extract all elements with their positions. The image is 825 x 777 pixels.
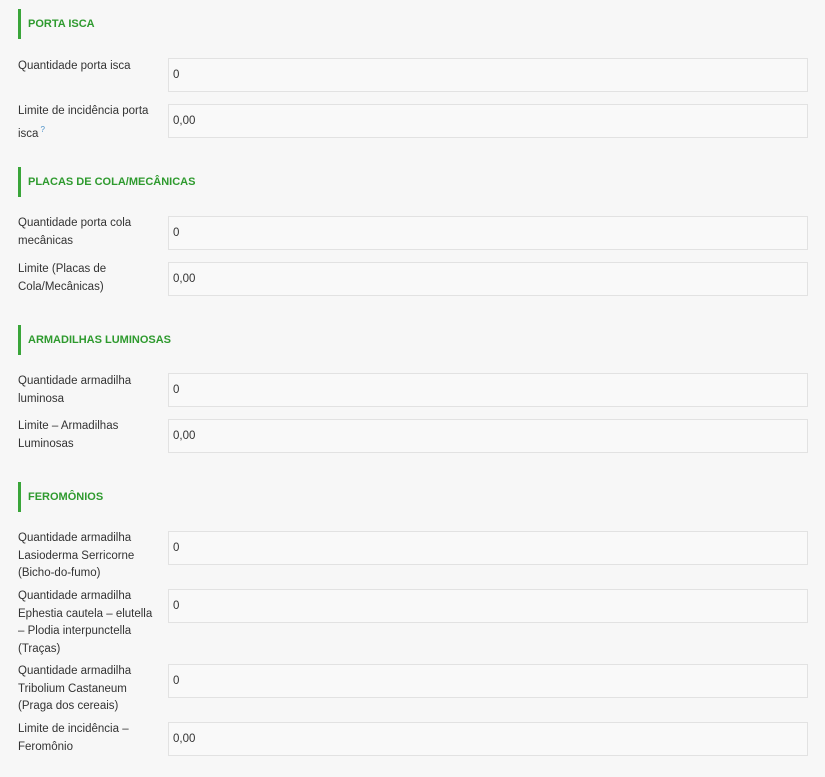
section-title: ARMADILHAS LUMINOSAS [28, 334, 171, 346]
section-title: PLACAS DE COLA/MECÂNICAS [28, 176, 196, 188]
quantidade-ephestia-input[interactable] [168, 589, 808, 623]
section-title: FEROMÔNIOS [28, 491, 104, 503]
field-label: Quantidade armadilha luminosa [18, 375, 132, 405]
limite-placas-cola-input[interactable] [168, 262, 808, 296]
form-page: PORTA ISCA Quantidade porta isca Limite … [0, 0, 825, 777]
quantidade-tribolium-input[interactable] [168, 664, 808, 698]
field-label: Limite – Armadilhas Luminosas [18, 420, 119, 450]
quantidade-porta-isca-input[interactable] [168, 58, 808, 92]
section-header-porta-isca: PORTA ISCA [18, 9, 95, 39]
field-label: Quantidade armadilha Ephestia cautela – … [18, 590, 153, 655]
field-label: Limite (Placas de Cola/Mecânicas) [18, 263, 107, 293]
field-label: Quantidade porta isca [18, 60, 131, 72]
help-icon[interactable]: ? [40, 125, 44, 134]
quantidade-armadilha-luminosa-input[interactable] [168, 373, 808, 407]
section-header-feromonios: FEROMÔNIOS [18, 482, 103, 512]
field-label: Limite de incidência – Feromônio [18, 723, 129, 753]
limite-incidencia-feromonio-input[interactable] [168, 722, 808, 756]
field-label: Limite de incidência porta isca? [18, 105, 149, 140]
quantidade-porta-cola-input[interactable] [168, 216, 808, 250]
limite-incidencia-porta-isca-input[interactable] [168, 104, 808, 138]
section-header-armadilhas-luminosas: ARMADILHAS LUMINOSAS [18, 325, 171, 355]
field-label: Quantidade armadilha Tribolium Castaneum… [18, 665, 132, 712]
section-title: PORTA ISCA [28, 18, 95, 30]
limite-armadilhas-luminosas-input[interactable] [168, 419, 808, 453]
field-label: Quantidade porta cola mecânicas [18, 217, 132, 247]
section-header-placas-cola: PLACAS DE COLA/MECÂNICAS [18, 167, 195, 197]
field-label: Quantidade armadilha Lasioderma Serricor… [18, 532, 135, 579]
quantidade-lasioderma-input[interactable] [168, 531, 808, 565]
